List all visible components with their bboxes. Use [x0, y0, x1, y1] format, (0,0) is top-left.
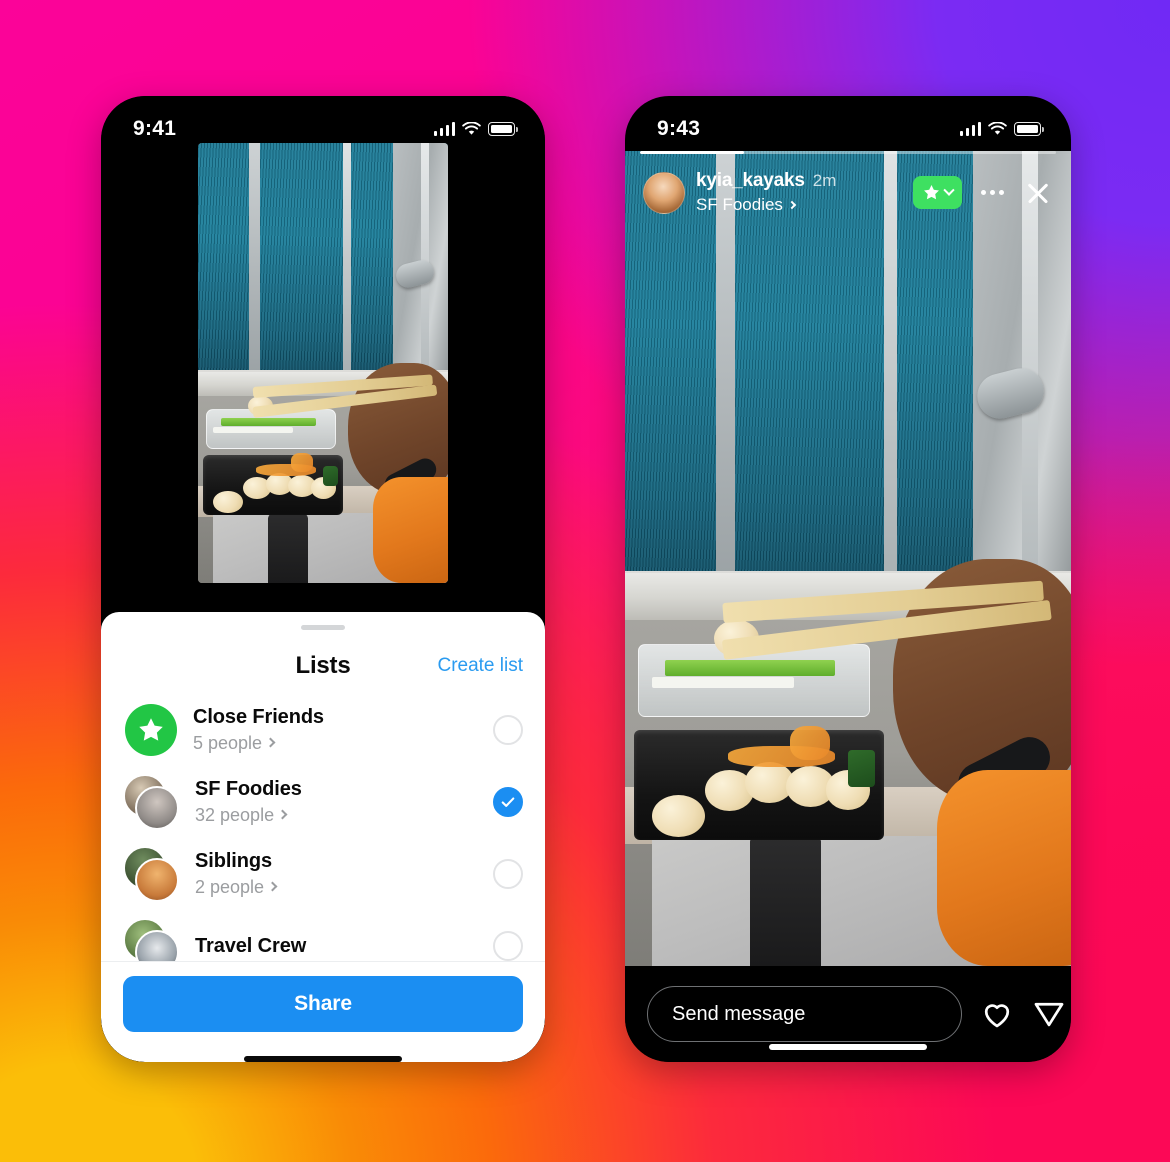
sheet-footer: Share: [101, 961, 545, 1062]
avatar-stack: [123, 918, 179, 961]
close-friends-badge[interactable]: [913, 176, 962, 209]
screenshot-stage: 9:41 Lists Create list Close Friends 5 p…: [0, 0, 1170, 1162]
list-item-count[interactable]: 5 people: [193, 732, 477, 755]
table-leg: [268, 512, 308, 583]
lists-scroll-area[interactable]: Close Friends 5 people SF Foodies 32 peo…: [101, 694, 545, 961]
wifi-icon: [988, 122, 1007, 135]
story-overlay: kyia_kayaks 2m SF Foodies: [625, 151, 1071, 215]
select-radio[interactable]: [493, 931, 523, 961]
battery-full-icon: [488, 122, 518, 136]
select-radio[interactable]: [493, 859, 523, 889]
avatar-stack: [123, 846, 179, 902]
create-list-button[interactable]: Create list: [437, 655, 523, 677]
story-username[interactable]: kyia_kayaks: [696, 170, 805, 192]
orange-sleeve: [373, 477, 448, 583]
battery-full-icon: [1014, 122, 1044, 136]
check-icon: [501, 797, 515, 807]
status-icons: [433, 122, 518, 136]
story-media[interactable]: [625, 151, 1071, 966]
seat-divider: [343, 143, 351, 377]
table-leg: [749, 835, 822, 966]
story-list-label: SF Foodies: [696, 195, 783, 214]
select-radio-checked[interactable]: [493, 787, 523, 817]
home-indicator: [769, 1044, 927, 1050]
story-meta: kyia_kayaks 2m SF Foodies: [696, 170, 902, 215]
avatar: [135, 786, 179, 830]
seat-divider: [883, 151, 898, 583]
list-item-text: SF Foodies 32 people: [195, 777, 477, 827]
avocado-piece: [323, 466, 338, 487]
story-list-row[interactable]: SF Foodies: [696, 195, 902, 215]
list-item-name: Close Friends: [193, 705, 324, 728]
status-icons: [959, 122, 1044, 136]
signal-bars-icon: [959, 122, 981, 136]
left-phone-frame: 9:41 Lists Create list Close Friends 5 p…: [101, 96, 545, 1062]
home-indicator: [244, 1056, 402, 1062]
list-item-close-friends[interactable]: Close Friends 5 people: [123, 694, 523, 766]
green-label: [220, 418, 316, 427]
shrimp-tempura: [290, 453, 313, 472]
select-radio[interactable]: [493, 715, 523, 745]
avocado-piece: [848, 750, 875, 787]
right-status-bar: 9:43: [625, 96, 1071, 152]
orange-sleeve: [937, 770, 1071, 966]
list-item-count-label: 32 people: [195, 804, 275, 825]
left-status-bar: 9:41: [101, 96, 545, 152]
right-phone-frame: 9:43 kyia_kayaks 2m SF Foodies Send mess…: [625, 96, 1071, 1062]
list-item-siblings[interactable]: Siblings 2 people: [123, 838, 523, 910]
story-user-row: kyia_kayaks 2m: [696, 170, 902, 192]
status-time: 9:41: [133, 117, 177, 140]
chevron-right-icon: [787, 200, 797, 210]
share-button[interactable]: Share: [123, 976, 523, 1032]
list-item-count[interactable]: 2 people: [195, 876, 477, 899]
list-item-count-label: 2 people: [195, 876, 265, 897]
white-label: [651, 676, 795, 689]
right-phone-screen: 9:43 kyia_kayaks 2m SF Foodies Send mess…: [625, 96, 1071, 1062]
lists-bottom-sheet: Lists Create list Close Friends 5 people: [101, 612, 545, 1062]
page-title: Lists: [295, 652, 351, 679]
avatar-stack: [123, 774, 179, 830]
chevron-right-icon: [277, 810, 288, 820]
sheet-header: Lists Create list: [101, 630, 545, 694]
white-label: [213, 426, 293, 433]
list-item-count[interactable]: 32 people: [195, 804, 477, 827]
status-time: 9:43: [657, 117, 701, 140]
list-item-text: Travel Crew: [195, 934, 477, 959]
list-item-name: Siblings: [195, 849, 272, 872]
left-phone-screen: 9:41 Lists Create list Close Friends 5 p…: [101, 96, 545, 1062]
green-label: [665, 660, 835, 676]
wifi-icon: [462, 122, 481, 135]
green-star-icon: [125, 704, 177, 756]
more-horizontal-icon[interactable]: [973, 190, 1012, 195]
story-photo-preview[interactable]: [198, 143, 448, 583]
chevron-right-icon: [265, 738, 276, 748]
list-item-name: Travel Crew: [195, 934, 307, 957]
avatar: [135, 858, 179, 902]
chevron-right-icon: [267, 882, 278, 892]
seat-post: [1022, 151, 1038, 583]
chevron-down-icon: [943, 184, 955, 196]
paper-plane-icon[interactable]: [1032, 997, 1066, 1031]
heart-icon[interactable]: [980, 997, 1014, 1031]
seat-divider: [249, 143, 260, 377]
story-header: kyia_kayaks 2m SF Foodies: [639, 170, 1057, 215]
send-message-input[interactable]: [647, 986, 962, 1042]
signal-bars-icon: [433, 122, 455, 136]
list-item-text: Close Friends 5 people: [193, 705, 477, 755]
list-item-count-label: 5 people: [193, 732, 263, 753]
avatar[interactable]: [643, 171, 685, 214]
star-icon: [924, 185, 939, 200]
story-timestamp: 2m: [812, 171, 837, 190]
list-item-name: SF Foodies: [195, 777, 302, 800]
avatar: [135, 930, 179, 961]
list-item-travel-crew[interactable]: Travel Crew: [123, 910, 523, 961]
close-icon[interactable]: [1023, 178, 1053, 208]
shrimp-tempura: [790, 725, 831, 760]
list-item-text: Siblings 2 people: [195, 849, 477, 899]
seat-divider: [716, 151, 736, 583]
list-item-sf-foodies[interactable]: SF Foodies 32 people: [123, 766, 523, 838]
